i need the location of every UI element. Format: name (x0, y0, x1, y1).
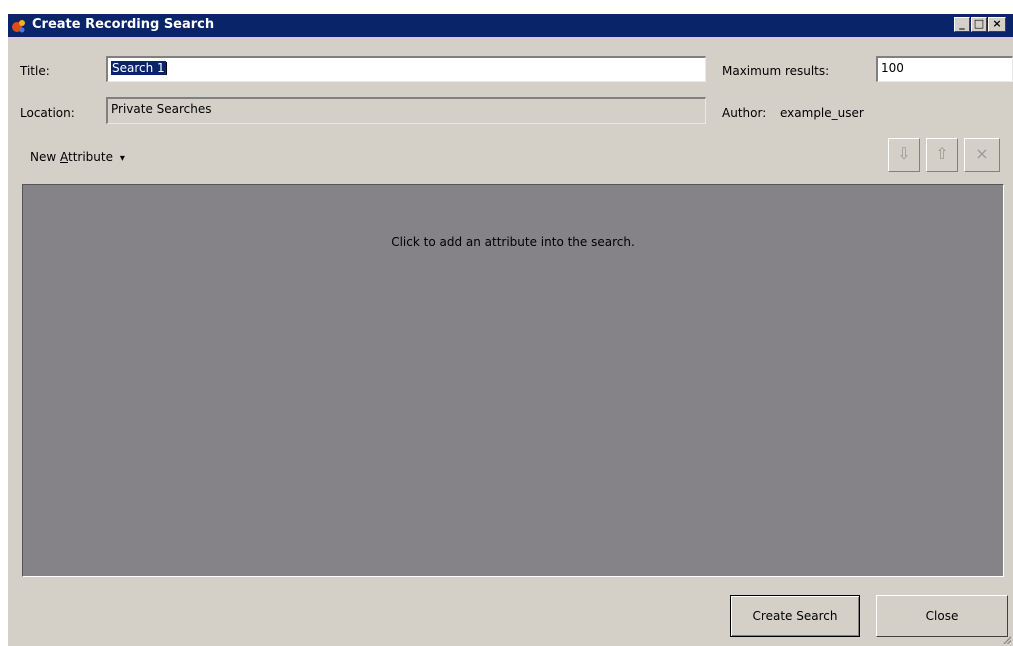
author-label: Author: (722, 106, 767, 120)
text-caret (165, 62, 167, 75)
max-results-input[interactable]: 100 (876, 56, 1013, 82)
location-label: Location: (20, 106, 75, 120)
arrow-up-icon: ⇧ (935, 144, 949, 163)
minimize-button[interactable]: _ (954, 17, 970, 32)
close-button[interactable]: Close (876, 595, 1008, 637)
move-down-button[interactable]: ⇩ (888, 138, 920, 172)
maximize-button[interactable]: □ (971, 17, 987, 32)
new-attribute-dropdown[interactable]: New Attribute ▾ (30, 150, 125, 164)
move-up-button[interactable]: ⇧ (926, 138, 958, 172)
create-recording-search-window: Create Recording Search _ □ × Title: Sea… (8, 14, 1013, 646)
add-attribute-hint[interactable]: Click to add an attribute into the searc… (23, 235, 1003, 249)
title-input-value: Search 1 (111, 61, 166, 75)
author-value: example_user (780, 106, 864, 120)
arrow-down-icon: ⇩ (897, 144, 911, 163)
window-title: Create Recording Search (32, 17, 215, 32)
remove-icon: × (975, 144, 989, 163)
new-attribute-prefix: New (30, 150, 60, 164)
create-search-button[interactable]: Create Search (730, 595, 860, 637)
new-attribute-rest: ttribute (68, 150, 113, 164)
max-results-value: 100 (881, 61, 904, 75)
title-input[interactable]: Search 1 (106, 56, 706, 82)
close-window-button[interactable]: × (988, 17, 1006, 32)
title-bar[interactable]: Create Recording Search _ □ × (8, 14, 1013, 37)
dropdown-arrow-icon: ▾ (119, 153, 125, 164)
max-results-label: Maximum results: (722, 64, 830, 78)
remove-attribute-button[interactable]: × (964, 138, 1000, 172)
title-label: Title: (20, 64, 50, 78)
attribute-list-area[interactable]: Click to add an attribute into the searc… (22, 184, 1004, 577)
location-field: Private Searches (106, 97, 706, 124)
resize-grip[interactable] (1001, 634, 1011, 644)
app-icon (12, 20, 25, 33)
new-attribute-accelerator: A (60, 150, 68, 164)
location-value: Private Searches (111, 102, 212, 116)
